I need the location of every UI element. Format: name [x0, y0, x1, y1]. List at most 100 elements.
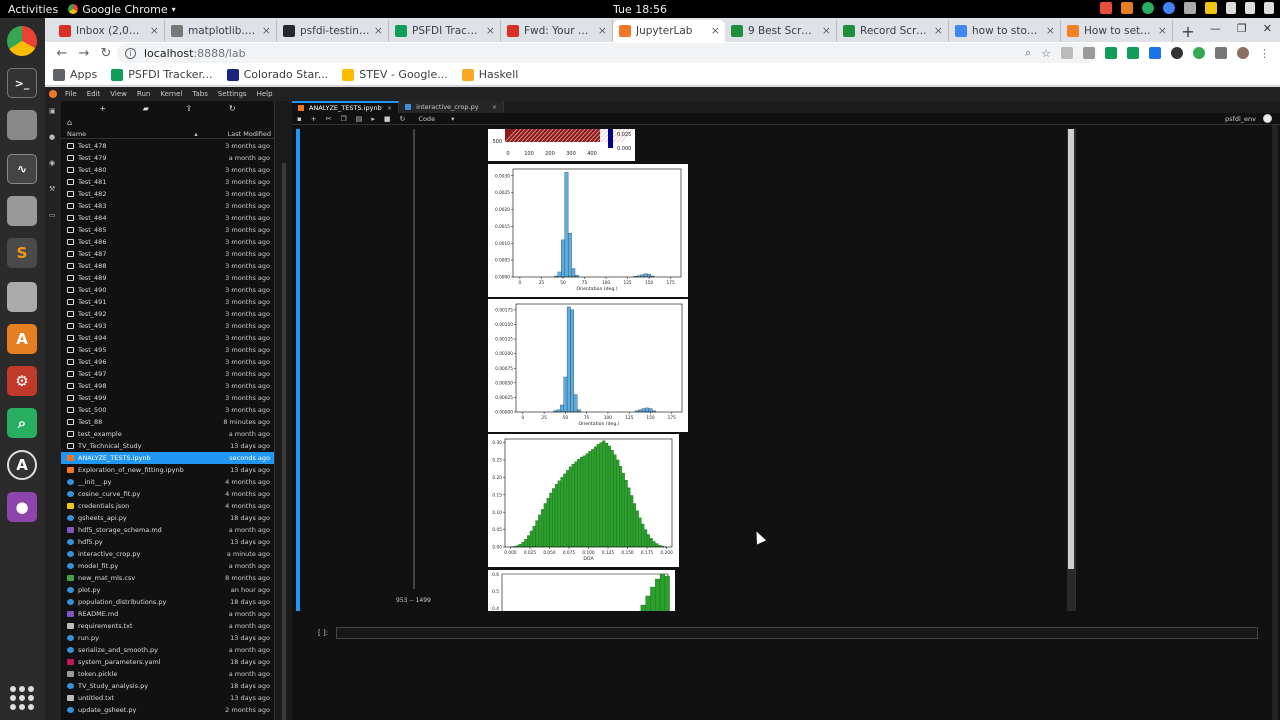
more-menu-icon[interactable]: ⋮ [1259, 47, 1270, 60]
file-item[interactable]: Test_491 3 months ago [61, 296, 274, 308]
menu-item-run[interactable]: Run [137, 90, 150, 98]
cell-editor[interactable] [336, 627, 1258, 639]
browser-tab[interactable]: How to set the × [1061, 20, 1173, 42]
output-scrollbar-thumb[interactable] [1068, 129, 1074, 569]
home-icon[interactable]: ⌂ [67, 118, 72, 127]
file-item[interactable]: Test_500 3 months ago [61, 404, 274, 416]
bookmark-item[interactable]: Colorado Star... [226, 68, 328, 81]
close-window-icon[interactable]: ✕ [1263, 22, 1272, 35]
copy-icon[interactable]: ❐ [341, 115, 347, 123]
menu-item-kernel[interactable]: Kernel [160, 90, 182, 98]
chrome-launcher-icon[interactable] [7, 26, 37, 56]
site-info-icon[interactable]: i [125, 47, 136, 59]
system-monitor-icon[interactable]: ∿ [7, 154, 37, 184]
dropbox-icon[interactable] [1184, 2, 1196, 14]
file-item[interactable]: Test_480 3 months ago [61, 164, 274, 176]
power-icon[interactable] [1264, 2, 1274, 14]
menu-item-view[interactable]: View [110, 90, 127, 98]
file-item[interactable]: README.md a month ago [61, 608, 274, 620]
file-item[interactable]: Test_498 3 months ago [61, 380, 274, 392]
browser-tab[interactable]: psfdi-testing/l × [277, 20, 389, 42]
maximize-icon[interactable]: ❐ [1237, 22, 1247, 35]
file-item[interactable]: untitled.txt 13 days ago [61, 692, 274, 704]
file-item[interactable]: Test_478 3 months ago [61, 140, 274, 152]
extension-icon[interactable] [1105, 47, 1117, 59]
file-item[interactable]: model_fit.py a month ago [61, 560, 274, 572]
cut-icon[interactable]: ✂ [326, 115, 332, 123]
name-column-header[interactable]: Name [67, 130, 194, 138]
tabs-icon[interactable]: ▭ [49, 211, 57, 219]
file-item[interactable]: Test_496 3 months ago [61, 356, 274, 368]
avatar[interactable] [1237, 47, 1249, 59]
browser-tab[interactable]: how to stop py × [949, 20, 1061, 42]
record-icon[interactable] [1100, 2, 1112, 14]
screen-recorder-icon[interactable]: ● [7, 492, 37, 522]
tray-app-icon[interactable] [1121, 2, 1133, 14]
show-applications-icon[interactable] [10, 686, 34, 710]
file-item[interactable]: Test_497 3 months ago [61, 368, 274, 380]
browser-tab[interactable]: matplotlib.axe × [165, 20, 277, 42]
document-tab[interactable]: interactive_crop.py × [399, 101, 505, 113]
file-item[interactable]: Test_492 3 months ago [61, 308, 274, 320]
extension-icon[interactable] [1083, 47, 1095, 59]
bookmark-item[interactable]: PSFDI Tracker... [111, 68, 213, 81]
menu-item-settings[interactable]: Settings [218, 90, 247, 98]
close-tab-icon[interactable]: × [598, 24, 607, 37]
volume-icon[interactable] [1245, 2, 1255, 14]
file-item[interactable]: plot.py an hour ago [61, 584, 274, 596]
commands-icon[interactable]: ◉ [49, 159, 57, 167]
close-tab-icon[interactable]: × [374, 24, 383, 37]
browser-tab[interactable]: 9 Best Screen R × [725, 20, 837, 42]
activities-button[interactable]: Activities [0, 3, 68, 16]
browser-tab[interactable]: Record Screen × [837, 20, 949, 42]
back-icon[interactable]: ← [51, 46, 73, 61]
file-item[interactable]: Test_495 3 months ago [61, 344, 274, 356]
file-item[interactable]: update_gsheet.py 2 months ago [61, 704, 274, 716]
file-item[interactable]: requirements.txt a month ago [61, 620, 274, 632]
file-item[interactable]: __init__.py 4 months ago [61, 476, 274, 488]
chrome-tray-icon[interactable] [1163, 2, 1175, 14]
new-folder-icon[interactable]: ▰ [143, 104, 149, 113]
close-tab-icon[interactable]: × [486, 24, 495, 37]
file-item[interactable]: Test_486 3 months ago [61, 236, 274, 248]
code-cell[interactable]: [ ]: [318, 626, 1258, 640]
new-tab-button[interactable]: + [1177, 20, 1199, 42]
search-icon[interactable]: ⌕ [1025, 46, 1031, 60]
file-item[interactable]: Test_499 3 months ago [61, 392, 274, 404]
extension-icon[interactable] [1193, 47, 1205, 59]
file-item[interactable]: Test_88 8 minutes ago [61, 416, 274, 428]
sort-icon[interactable]: ▴ [194, 130, 197, 138]
file-item[interactable]: system_parameters.yaml 18 days ago [61, 656, 274, 668]
file-item[interactable]: token.pickle a month ago [61, 668, 274, 680]
file-item[interactable]: Exploration_of_new_fitting.ipynb 13 days … [61, 464, 274, 476]
file-item[interactable]: new_mat_mls.csv 8 months ago [61, 572, 274, 584]
close-tab-icon[interactable]: × [1046, 24, 1055, 37]
camera-icon[interactable] [7, 196, 37, 226]
menu-item-help[interactable]: Help [257, 90, 273, 98]
bookmark-item[interactable]: STEV - Google... [342, 68, 448, 81]
network-icon[interactable] [1226, 2, 1236, 14]
file-item[interactable]: run.py 13 days ago [61, 632, 274, 644]
restart-icon[interactable]: ↻ [400, 115, 406, 123]
file-item[interactable]: Test_483 3 months ago [61, 200, 274, 212]
sublime-text-icon[interactable]: S [7, 238, 37, 268]
file-browser-scrollbar[interactable] [282, 163, 286, 720]
extension-icon[interactable] [1171, 47, 1183, 59]
cell-output-area[interactable]: 953 -- 1499 500 0 100 200 300 400 0.025 0.000 0… [302, 129, 1076, 611]
file-item[interactable]: hdf5_storage_schema.md a month ago [61, 524, 274, 536]
file-item[interactable]: Test_481 3 months ago [61, 176, 274, 188]
notebook-scrollbar[interactable] [1272, 125, 1278, 720]
file-item[interactable]: Test_482 3 months ago [61, 188, 274, 200]
paste-icon[interactable]: ▤ [356, 115, 363, 123]
clock[interactable]: Tue 18:56 [0, 3, 1280, 16]
file-item[interactable]: Test_493 3 months ago [61, 320, 274, 332]
hangouts-icon[interactable] [1142, 2, 1154, 14]
save-icon[interactable]: ▪ [297, 115, 302, 123]
menu-item-file[interactable]: File [65, 90, 77, 98]
file-item[interactable]: Test_487 3 months ago [61, 248, 274, 260]
minimize-icon[interactable]: — [1210, 22, 1221, 35]
close-tab-icon[interactable]: × [711, 24, 720, 37]
running-icon[interactable]: ● [49, 133, 57, 141]
browser-tab[interactable]: Inbox (2,014) - × [53, 20, 165, 42]
file-manager-icon[interactable] [7, 110, 37, 140]
